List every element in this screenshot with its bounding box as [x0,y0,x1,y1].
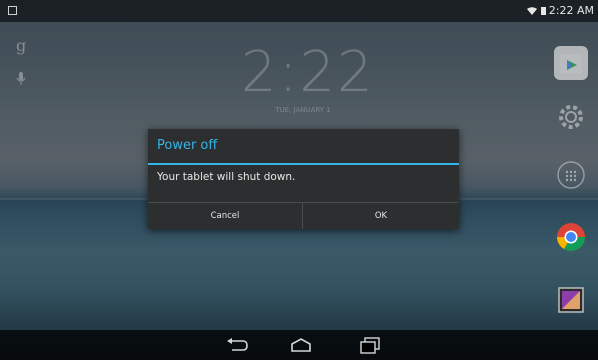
cancel-button[interactable]: Cancel [148,203,302,229]
chrome-icon[interactable] [554,220,588,254]
status-bar: 2:22 AM [0,0,598,22]
app-launcher-icon[interactable] [554,158,588,192]
lockscreen-date: TUE, JANUARY 1 [275,106,331,114]
dialog-title-divider [148,163,459,165]
lockscreen-clock: 2:22 [241,40,375,105]
recent-apps-icon[interactable] [357,336,383,354]
wifi-icon [526,6,537,15]
dialog-message: Your tablet will shut down. [157,171,296,183]
ok-button[interactable]: OK [303,203,459,229]
google-search-icon[interactable]: g [16,36,26,55]
right-dock [552,0,592,360]
gallery-icon[interactable] [554,283,588,317]
power-off-dialog: Power off Your tablet will shut down. Ca… [148,129,459,229]
battery-icon [540,6,546,15]
mic-icon[interactable] [16,72,26,86]
settings-gear-icon[interactable] [554,100,588,134]
dialog-title: Power off [157,138,218,153]
home-icon[interactable] [288,336,314,354]
play-store-icon[interactable] [554,46,588,80]
navigation-bar [0,330,598,360]
back-icon[interactable] [224,336,250,354]
notification-icon [8,6,17,15]
